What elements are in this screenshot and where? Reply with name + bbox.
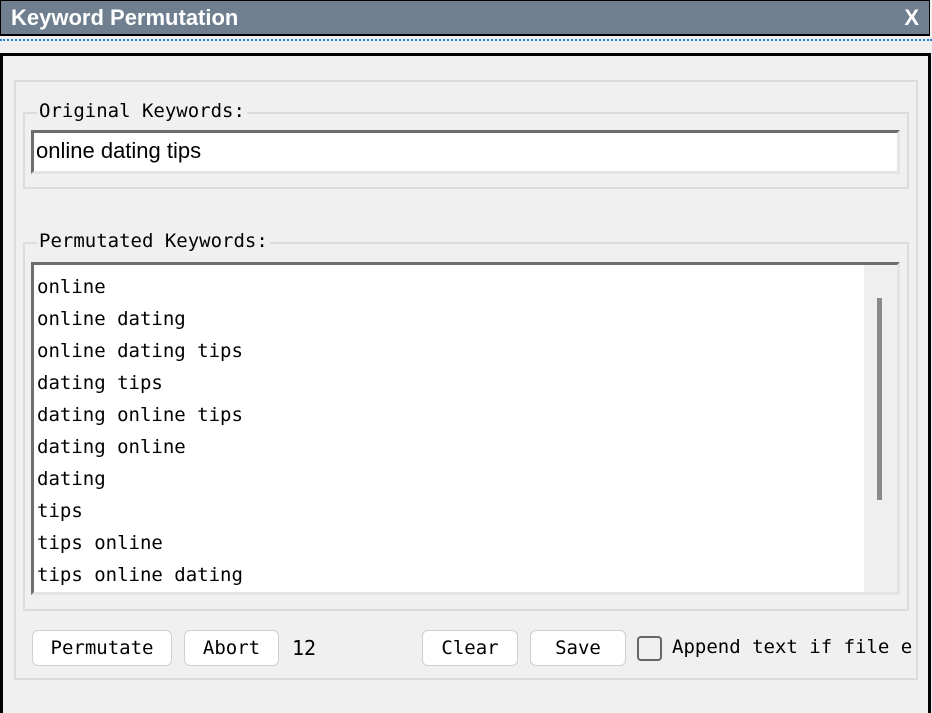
scrollbar-thumb[interactable] [877, 298, 882, 500]
vertical-scrollbar[interactable] [864, 265, 897, 592]
permutated-keywords-list[interactable]: online online dating online dating tips dat… [31, 262, 900, 595]
list-item[interactable]: online dating tips [37, 335, 243, 367]
list-item[interactable]: online dating [37, 303, 243, 335]
list-item[interactable]: dating [37, 463, 243, 495]
clear-button[interactable]: Clear [422, 630, 518, 666]
original-keywords-input[interactable]: online dating tips [31, 130, 900, 174]
list-item[interactable]: tips [37, 495, 243, 527]
list-item[interactable]: dating tips [37, 367, 243, 399]
title-separator [0, 39, 932, 41]
list-item[interactable]: dating online [37, 431, 243, 463]
list-item[interactable]: tips online dating [37, 559, 243, 591]
original-keywords-label: Original Keywords: [37, 100, 247, 122]
append-checkbox[interactable] [637, 636, 662, 661]
list-item[interactable]: online [37, 271, 243, 303]
permutated-keywords-label: Permutated Keywords: [37, 230, 270, 252]
close-icon[interactable]: X [904, 5, 919, 31]
abort-button[interactable]: Abort [184, 630, 279, 666]
title-bar[interactable]: Keyword Permutation X [0, 0, 930, 36]
permutate-button[interactable]: Permutate [32, 630, 172, 666]
list-item[interactable]: tips online [37, 527, 243, 559]
append-checkbox-label: Append text if file e [672, 636, 913, 658]
list-item[interactable]: dating online tips [37, 399, 243, 431]
permutation-count: 12 [292, 636, 317, 660]
window-title: Keyword Permutation [11, 5, 239, 30]
save-button[interactable]: Save [530, 630, 626, 666]
